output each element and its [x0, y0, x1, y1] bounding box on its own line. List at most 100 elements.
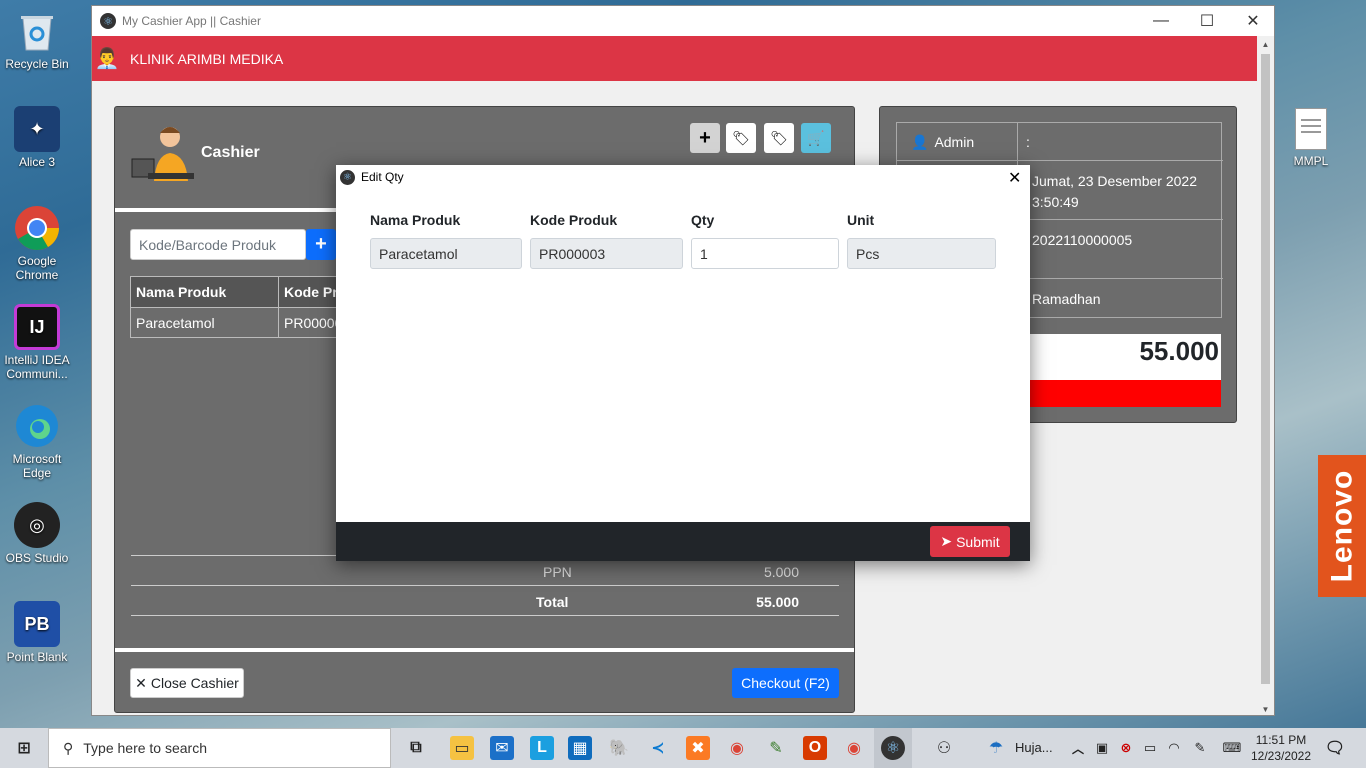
plus-icon: +	[315, 233, 327, 255]
scroll-thumb[interactable]	[1261, 54, 1270, 684]
label-unit: Unit	[847, 212, 875, 228]
submit-button[interactable]: ➤ Submit	[930, 526, 1010, 557]
weather-text[interactable]: Huja...	[1015, 740, 1053, 755]
checkout-button[interactable]: Checkout (F2)	[732, 668, 839, 698]
table-cell-name[interactable]: Paracetamol	[131, 307, 279, 337]
postgres-icon[interactable]: 🐘	[607, 736, 631, 760]
pen-icon[interactable]: ✎	[1188, 736, 1212, 760]
total-label: Total	[536, 594, 569, 610]
people-icon[interactable]: ⚇	[932, 736, 956, 760]
close-cashier-button[interactable]: ✕ Close Cashier	[130, 668, 244, 698]
window-scrollbar[interactable]: ▲ ▼	[1257, 36, 1274, 715]
desktop-icon-alice[interactable]: ✦ Alice 3	[2, 106, 72, 169]
desktop-icon-recycle-bin[interactable]: Recycle Bin	[2, 8, 72, 71]
intellij-icon: IJ	[14, 304, 60, 350]
app-header: 👨‍💼 KLINIK ARIMBI MEDIKA	[92, 36, 1274, 81]
store-icon[interactable]: ▦	[568, 736, 592, 760]
table-header-name: Nama Produk	[131, 277, 279, 307]
battery-icon[interactable]: ▭	[1138, 736, 1162, 760]
obs-icon: ◎	[14, 502, 60, 548]
desktop-icon-mmpl[interactable]: MMPL	[1276, 108, 1346, 168]
lenovo-brand: Lenovo	[1318, 455, 1366, 597]
electron-icon: ⚛	[340, 169, 355, 185]
label-product-code: Kode Produk	[530, 212, 618, 228]
desktop-icon-pointblank[interactable]: PB Point Blank	[2, 601, 72, 664]
barcode-placeholder: Kode/Barcode Produk	[139, 236, 276, 253]
clock-date: 12/23/2022	[1250, 749, 1312, 763]
electron-taskbar-active[interactable]: ⚛	[874, 728, 912, 768]
taskbar: ⊞ ⚲ Type here to search ⧉ ▭ ✉ L ▦ 🐘 ≺ ✖ …	[0, 728, 1366, 768]
desktop-icon-intellij[interactable]: IJ IntelliJ IDEA Communi...	[2, 304, 72, 381]
office-icon[interactable]: O	[803, 736, 827, 760]
pointblank-icon: PB	[14, 601, 60, 647]
x-icon: ✕	[135, 674, 147, 691]
close-window-button[interactable]: ✕	[1230, 6, 1274, 36]
paper-plane-icon: ➤	[940, 533, 953, 549]
l-app-icon[interactable]: L	[530, 736, 554, 760]
wifi-icon[interactable]: ◠	[1162, 736, 1186, 760]
keyboard-icon[interactable]: ⌨	[1220, 736, 1244, 760]
document-icon	[1295, 108, 1327, 150]
weather-icon[interactable]: ☂	[984, 736, 1008, 760]
desktop-icon-chrome[interactable]: Google Chrome	[2, 205, 72, 282]
tags-icon: 🏷	[732, 129, 750, 146]
scroll-down-icon[interactable]: ▼	[1257, 701, 1274, 715]
window-title: My Cashier App || Cashier	[122, 14, 261, 28]
chrome-profile-icon[interactable]: ◉	[842, 736, 866, 760]
barcode-add-button[interactable]: +	[306, 229, 336, 260]
scroll-up-icon[interactable]: ▲	[1257, 36, 1274, 52]
desktop-icon-obs[interactable]: ◎ OBS Studio	[2, 502, 72, 565]
electron-icon: ⚛	[100, 13, 116, 29]
dialog-footer: ➤ Submit	[336, 522, 1030, 561]
submit-label: Submit	[956, 533, 1000, 550]
network-error-icon[interactable]: ⊗	[1114, 736, 1138, 760]
tag-button[interactable]: 🏷	[764, 123, 794, 153]
total-value: 55.000	[756, 594, 799, 610]
electron-icon: ⚛	[881, 736, 905, 760]
info-colon: :	[1018, 123, 1223, 161]
dialog-close-icon[interactable]: ✕	[1008, 168, 1021, 188]
qty-input[interactable]: 1	[691, 238, 839, 269]
minimize-button[interactable]: —	[1138, 6, 1184, 36]
ppn-label: PPN	[543, 564, 572, 580]
desktop-icon-edge[interactable]: Microsoft Edge	[2, 403, 72, 480]
cart-button[interactable]: 🛒	[801, 123, 831, 153]
unit-field: Pcs	[847, 238, 996, 269]
info-invoice: 2022110000005	[1018, 220, 1223, 279]
barcode-input[interactable]: Kode/Barcode Produk	[130, 229, 306, 260]
recycle-bin-icon	[14, 8, 60, 54]
windows-start-icon[interactable]: ⊞	[12, 736, 36, 760]
file-explorer-icon[interactable]: ▭	[450, 736, 474, 760]
info-date: Jumat, 23 Desember 2022	[1032, 173, 1197, 189]
mail-icon[interactable]: ✉	[490, 736, 514, 760]
dialog-title-bar: ⚛ Edit Qty ✕	[336, 165, 1030, 189]
user-name: Admin	[934, 134, 975, 150]
info-time: 3:50:49	[1032, 194, 1079, 210]
notification-icon[interactable]: 🗨	[1323, 736, 1347, 760]
close-cashier-label: Close Cashier	[150, 675, 239, 691]
task-view-icon[interactable]: ⧉	[404, 736, 428, 760]
summary-divider	[131, 585, 839, 586]
divider	[115, 648, 854, 652]
edit-qty-dialog: ⚛ Edit Qty ✕ Nama Produk Kode Produk Qty…	[336, 165, 1030, 561]
plus-icon: +	[699, 126, 711, 149]
add-product-button[interactable]: +	[690, 123, 720, 153]
alice-icon: ✦	[14, 106, 60, 152]
dialog-title: Edit Qty	[361, 170, 404, 184]
cashier-title: Cashier	[201, 144, 260, 161]
maximize-button[interactable]: ☐	[1184, 6, 1230, 36]
discount-tags-button[interactable]: 🏷	[726, 123, 756, 153]
vscode-icon[interactable]: ≺	[646, 736, 670, 760]
xampp-icon[interactable]: ✖	[686, 736, 710, 760]
summary-divider	[131, 615, 839, 616]
search-icon: ⚲	[63, 739, 74, 756]
chrome-taskbar-icon[interactable]: ◉	[725, 736, 749, 760]
app-taskbar-icon[interactable]: ✎	[764, 736, 788, 760]
taskbar-search[interactable]: ⚲ Type here to search	[48, 728, 391, 768]
clock[interactable]: 11:51 PM 12/23/2022	[1250, 732, 1312, 764]
clock-time: 11:51 PM	[1255, 733, 1307, 747]
meet-icon[interactable]: ▣	[1090, 736, 1114, 760]
info-user-cell: 👤 Admin	[897, 123, 1018, 161]
label-product-name: Nama Produk	[370, 212, 461, 228]
chevron-up-icon[interactable]: ︿	[1066, 736, 1090, 760]
